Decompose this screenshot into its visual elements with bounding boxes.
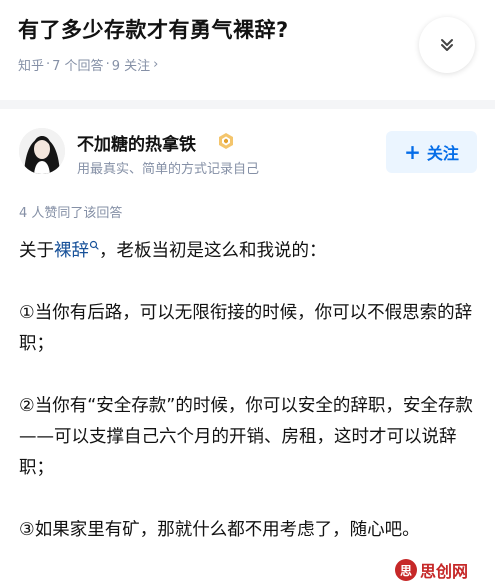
answer-page: 有了多少存款才有勇气裸辞? 知乎 · 7 个回答 · 9 关注 › 不加糖的热拿铁 用最真… [0,0,495,588]
question-header[interactable]: 有了多少存款才有勇气裸辞? 知乎 · 7 个回答 · 9 关注 › [0,0,495,98]
site-watermark: 思思创网 [395,558,468,582]
follow-button[interactable]: + 关注 [386,131,477,173]
question-meta[interactable]: 知乎 · 7 个回答 · 9 关注 › [18,55,158,74]
chevron-right-icon: › [153,57,159,72]
watermark-text: 思创网 [420,562,469,581]
collapse-button[interactable] [419,17,475,73]
plus-icon: + [404,140,421,164]
meta-separator: · [46,57,51,72]
question-title[interactable]: 有了多少存款才有勇气裸辞? [18,14,289,44]
answers-count: 7 个回答 [52,59,104,74]
avatar-image [19,128,65,174]
source-label: 知乎 [18,59,45,74]
answer-paragraph: ①当你有后路，可以无限衔接的时候，你可以不假思索的辞职； [19,303,473,354]
follow-label: 关注 [426,144,459,163]
answer-paragraph: ②当你有“安全存款”的时候，你可以安全的辞职，安全存款——可以支撑自己六个月的开… [19,396,473,478]
intro-prefix: 关于 [19,241,54,261]
author-bio: 用最真实、简单的方式记录自己 [77,162,260,177]
upvote-count: 4 人赞同了该回答 [19,206,123,221]
intro-suffix: ，老板当初是这么和我说的： [99,241,327,261]
keyword-text: 裸辞 [54,241,89,261]
author-name[interactable]: 不加糖的热拿铁 [77,130,196,155]
double-chevron-down-icon [441,39,453,51]
author-avatar[interactable] [19,128,65,174]
meta-separator: · [105,57,110,72]
search-icon [89,240,99,250]
followers-count: 9 关注 [111,59,151,74]
keyword-link[interactable]: 裸辞 [54,240,99,261]
section-divider [0,100,495,109]
answer-content: 关于裸辞 ，老板当初是这么和我说的： ①当你有后路，可以无限衔接的时候，你可以不假… [19,236,481,546]
creator-badge-icon [219,133,233,149]
watermark-logo-icon: 思 [395,559,417,581]
answer-paragraph: 关于裸辞 ，老板当初是这么和我说的： [19,236,481,267]
answer-paragraph: ③如果家里有矿，那就什么都不用考虑了，随心吧。 [19,520,420,540]
